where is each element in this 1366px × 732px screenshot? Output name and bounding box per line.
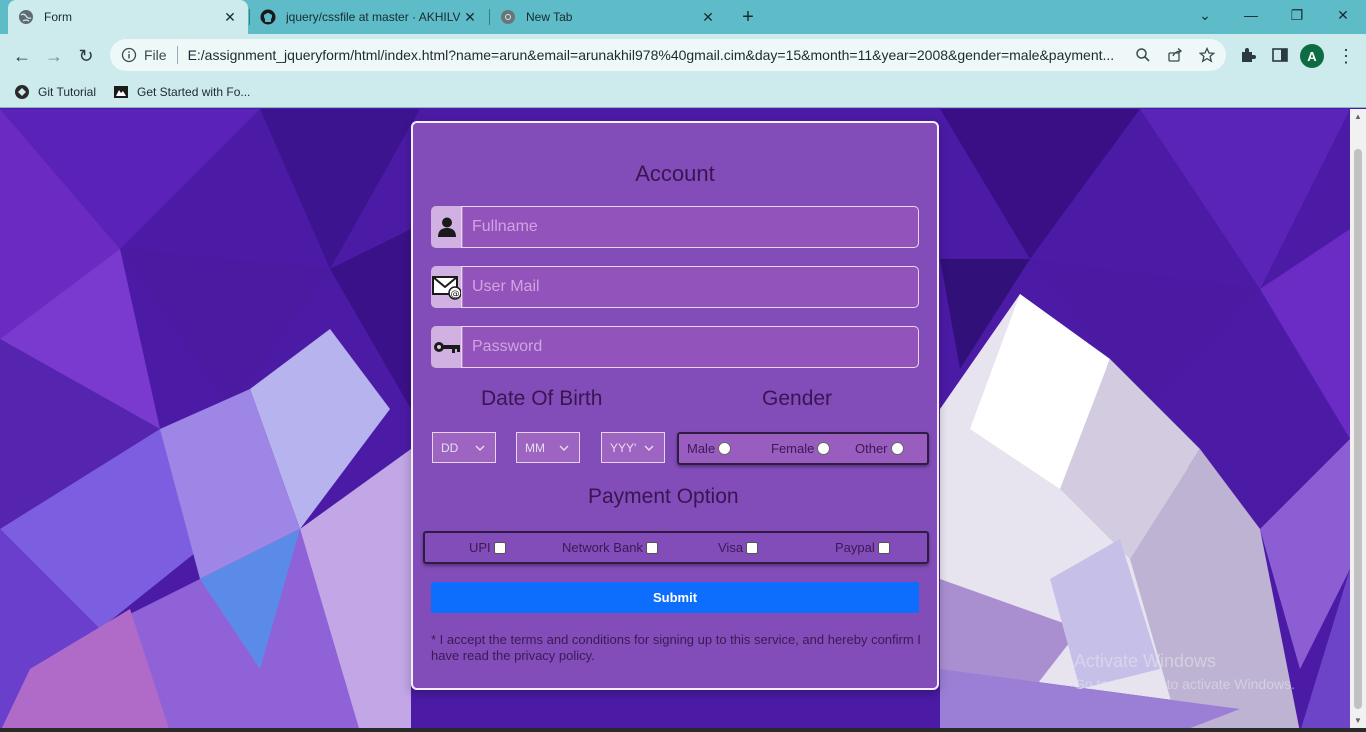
bookmark-git-tutorial[interactable]: Git Tutorial — [14, 82, 96, 102]
bookmark-label: Git Tutorial — [38, 85, 97, 99]
share-icon[interactable] — [1166, 46, 1184, 64]
taskbar-edge — [0, 728, 1366, 732]
tab-title: Form — [44, 10, 72, 24]
payment-option-upi[interactable]: UPI — [469, 540, 506, 555]
gender-male-radio[interactable] — [718, 442, 732, 455]
file-scheme-label: File — [144, 47, 167, 63]
gender-option-male[interactable]: Male — [687, 441, 732, 456]
scrollbar-thumb[interactable] — [1354, 149, 1362, 709]
gender-label: Female — [771, 441, 815, 456]
chevron-down-icon — [642, 441, 656, 455]
day-select[interactable]: DD — [432, 432, 496, 463]
month-select[interactable]: MM — [516, 432, 580, 463]
restore-icon[interactable]: ❐ — [1274, 0, 1320, 30]
fullname-field-group — [431, 206, 919, 248]
gender-female-radio[interactable] — [817, 442, 831, 455]
bookmark-icon — [113, 84, 129, 100]
payment-label: Paypal — [835, 540, 875, 555]
gender-option-female[interactable]: Female — [771, 441, 831, 456]
terms-text: * I accept the terms and conditions for … — [431, 632, 921, 663]
year-select[interactable]: YYY' — [601, 432, 665, 463]
payment-network-bank-checkbox[interactable] — [645, 541, 658, 554]
payment-option-network-bank[interactable]: Network Bank — [562, 540, 658, 555]
info-icon[interactable] — [120, 46, 138, 64]
gender-label: Male — [687, 441, 716, 456]
tab-github[interactable]: jquery/cssfile at master · AKHILV ✕ — [250, 0, 488, 34]
address-bar[interactable]: File E:/assignment_jqueryform/html/index… — [110, 39, 1226, 71]
activate-windows-watermark: Activate Windows Go to Settings to activ… — [1074, 651, 1295, 692]
mail-at-icon: @ — [431, 266, 463, 308]
watermark-subtitle: Go to Settings to activate Windows. — [1074, 676, 1295, 692]
more-menu-icon[interactable]: ⋮ — [1336, 44, 1356, 68]
bookmark-label: Get Started with Fo... — [137, 85, 251, 99]
email-input[interactable] — [461, 266, 919, 308]
payment-label: Visa — [718, 540, 744, 555]
window-close-icon[interactable]: ✕ — [1320, 0, 1366, 30]
bookmark-star-icon[interactable] — [1198, 46, 1216, 64]
form-title: Account — [635, 161, 715, 186]
scroll-up-arrow-icon[interactable]: ▲ — [1354, 113, 1362, 121]
gender-label: Other — [855, 441, 888, 456]
chevron-down-icon — [473, 441, 487, 455]
watermark-title: Activate Windows — [1074, 651, 1217, 671]
dob-heading: Date Of Birth — [481, 387, 603, 410]
omnibox-divider — [176, 46, 178, 64]
email-field-group: @ — [431, 266, 919, 308]
password-input[interactable] — [461, 326, 919, 368]
globe-icon — [18, 9, 34, 25]
payment-upi-checkbox[interactable] — [493, 541, 506, 554]
side-panel-icon[interactable] — [1270, 45, 1290, 65]
submit-button[interactable]: Submit — [431, 582, 919, 613]
page-scrollbar[interactable]: ▲ ▼ — [1350, 109, 1366, 732]
github-icon — [260, 9, 276, 25]
tab-new-tab[interactable]: New Tab ✕ — [490, 0, 726, 34]
month-select-value: MM — [525, 440, 545, 455]
chrome-icon — [500, 9, 516, 25]
tab-title: New Tab — [526, 10, 573, 24]
day-select-value: DD — [441, 440, 459, 455]
reload-icon[interactable]: ↻ — [73, 43, 99, 69]
github-icon — [14, 84, 30, 100]
payment-option-paypal[interactable]: Paypal — [835, 540, 890, 555]
fullname-input[interactable] — [461, 206, 919, 248]
bookmarks-bar: Git Tutorial Get Started with Fo... — [0, 76, 1366, 108]
year-select-value: YYY' — [610, 440, 637, 455]
svg-text:@: @ — [451, 290, 460, 300]
user-icon — [431, 206, 463, 248]
bookmark-get-started[interactable]: Get Started with Fo... — [113, 82, 250, 102]
profile-avatar[interactable]: A — [1300, 44, 1324, 68]
tab-search-chevron-icon[interactable]: ⌄ — [1182, 0, 1228, 30]
back-arrow-icon[interactable]: ← — [9, 43, 35, 69]
payment-visa-checkbox[interactable] — [746, 541, 759, 554]
payment-label: Network Bank — [562, 540, 643, 555]
gender-option-other[interactable]: Other — [855, 441, 904, 456]
payment-paypal-checkbox[interactable] — [877, 541, 890, 554]
close-icon[interactable]: ✕ — [220, 7, 240, 27]
gender-heading: Gender — [762, 387, 833, 410]
payment-options-box: UPI Network Bank Visa Paypal — [423, 531, 929, 564]
url-text[interactable]: E:/assignment_jqueryform/html/index.html… — [188, 47, 1132, 63]
close-icon[interactable]: ✕ — [698, 7, 718, 27]
chevron-down-icon — [557, 441, 571, 455]
scroll-down-arrow-icon[interactable]: ▼ — [1354, 717, 1362, 725]
forward-arrow-icon[interactable]: → — [41, 43, 67, 69]
payment-label: UPI — [469, 540, 491, 555]
payment-heading: Payment Option — [588, 485, 739, 508]
password-field-group — [431, 326, 919, 368]
tab-bar: Form ✕ jquery/cssfile at master · AKHILV… — [0, 0, 1366, 34]
new-tab-plus-icon[interactable]: + — [736, 5, 760, 29]
page-viewport: Account @ Date Of Birth Gender DD — [0, 109, 1350, 732]
close-icon[interactable]: ✕ — [460, 7, 480, 27]
gender-options-box: Male Female Other — [677, 432, 929, 465]
payment-option-visa[interactable]: Visa — [718, 540, 759, 555]
browser-toolbar: ← → ↻ File E:/assignment_jqueryform/html… — [0, 34, 1366, 76]
minimize-icon[interactable]: — — [1228, 0, 1274, 30]
gender-other-radio[interactable] — [890, 442, 904, 455]
tab-title: jquery/cssfile at master · AKHILV — [286, 10, 460, 24]
extensions-puzzle-icon[interactable] — [1238, 45, 1258, 65]
signup-form-card: Account @ Date Of Birth Gender DD — [411, 121, 939, 690]
key-icon — [431, 326, 463, 368]
tab-form[interactable]: Form ✕ — [8, 0, 248, 34]
zoom-icon[interactable] — [1134, 46, 1152, 64]
